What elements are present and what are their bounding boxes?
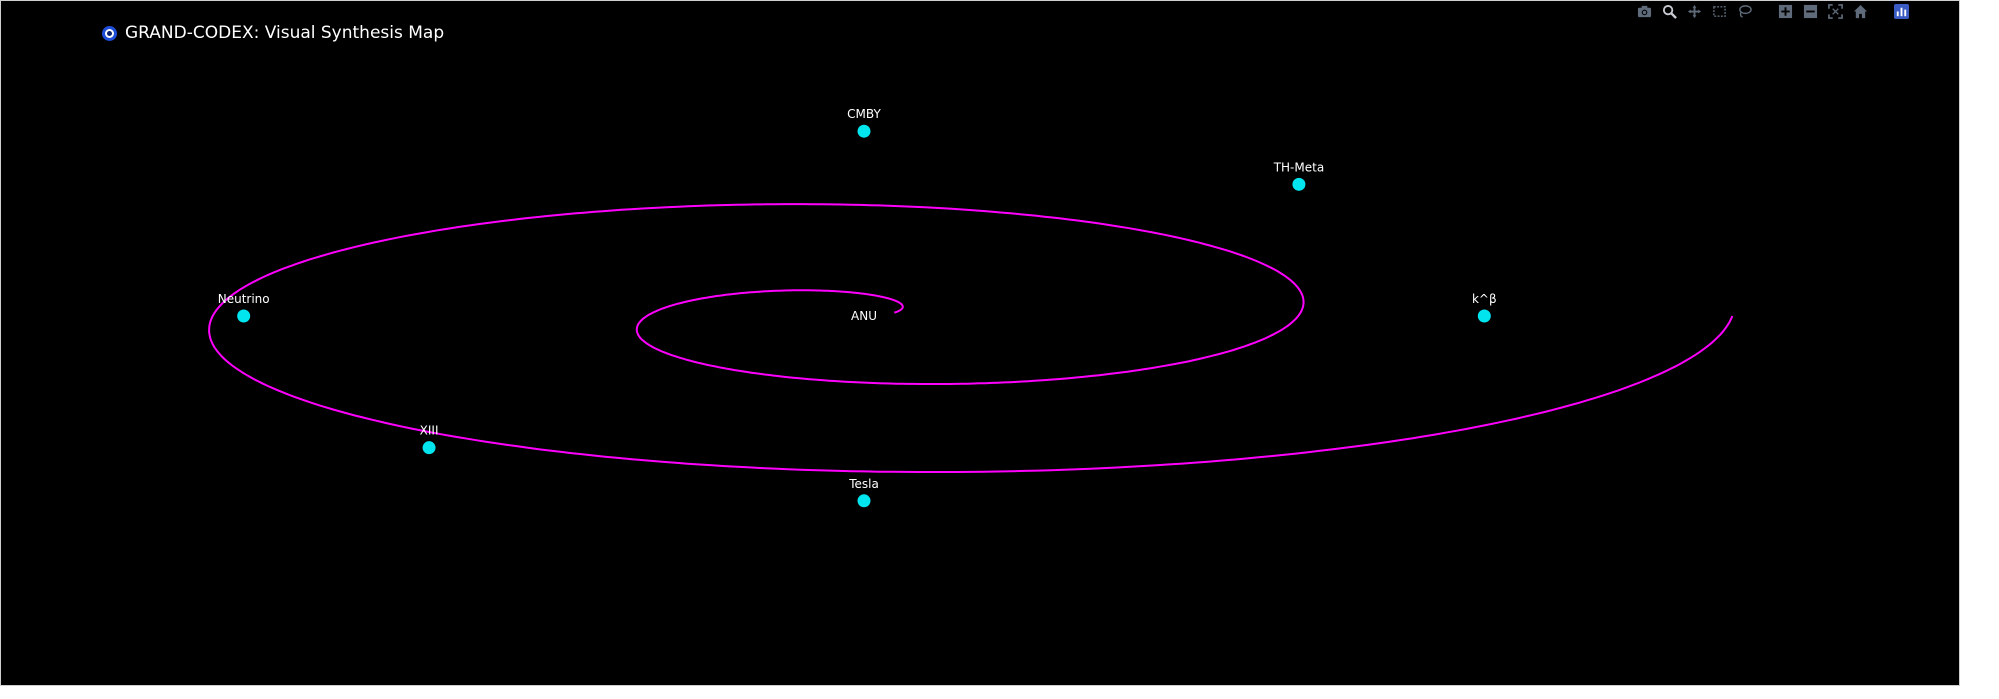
node-point-k-[interactable]: k^β xyxy=(1472,292,1497,323)
node-marker[interactable] xyxy=(1477,309,1491,323)
node-marker[interactable] xyxy=(237,309,251,323)
node-point-xiii[interactable]: XIII xyxy=(420,424,439,455)
node-marker[interactable] xyxy=(857,124,871,138)
node-marker[interactable] xyxy=(1292,177,1306,191)
node-point-neutrino[interactable]: Neutrino xyxy=(218,292,270,323)
node-point-cmby[interactable]: CMBY xyxy=(847,107,881,138)
plot-area[interactable]: GRAND-CODEX: Visual Synthesis Map CMBY T… xyxy=(0,0,1960,686)
node-label: CMBY xyxy=(847,107,881,121)
node-label: Neutrino xyxy=(218,292,270,306)
node-point-th-meta[interactable]: TH-Meta xyxy=(1273,160,1324,191)
node-label: XIII xyxy=(420,424,439,438)
node-marker[interactable] xyxy=(857,494,871,508)
node-label: Tesla xyxy=(848,477,879,491)
node-label: k^β xyxy=(1472,292,1497,306)
node-point-tesla[interactable]: Tesla xyxy=(848,477,879,508)
center-label: ANU xyxy=(851,309,877,323)
node-label: TH-Meta xyxy=(1273,160,1324,174)
spiral-map: CMBY TH-Meta k^β Neutrino XIII Tesla ANU xyxy=(208,107,1734,508)
node-marker[interactable] xyxy=(422,441,436,455)
